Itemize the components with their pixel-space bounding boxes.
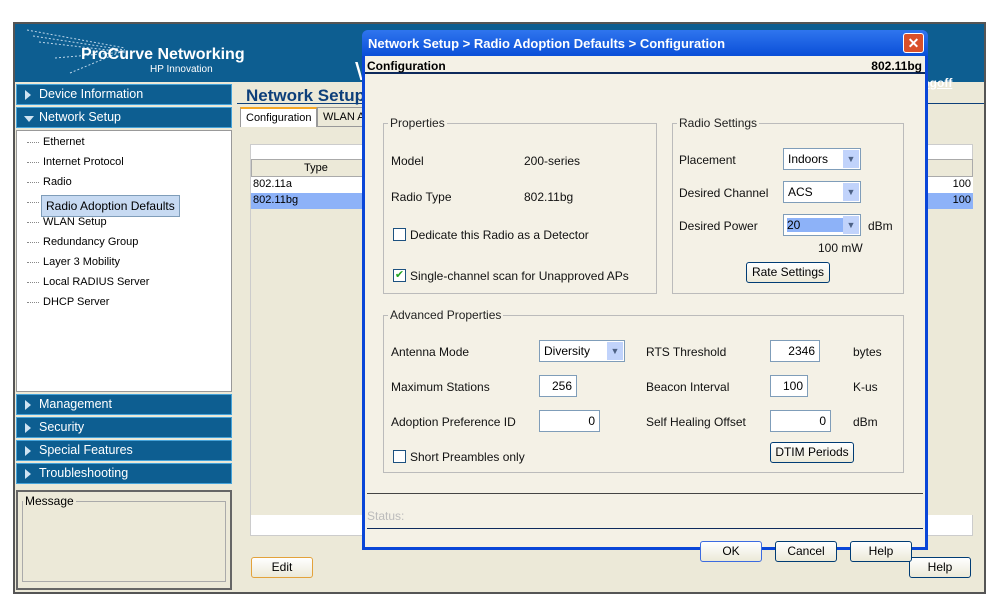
radio-type-value: 802.11bg <box>524 190 574 204</box>
expand-icon <box>25 90 31 100</box>
dialog-header: Configuration 802.11bg <box>365 58 925 74</box>
header-right: 802.11bg <box>871 59 922 73</box>
dialog-body: Configuration 802.11bg Properties Model 2… <box>365 56 925 562</box>
adoption-label: Adoption Preference ID <box>391 415 516 429</box>
power-label: Desired Power <box>679 219 758 233</box>
expand-icon <box>25 469 31 479</box>
group-legend: Properties <box>390 116 445 130</box>
section-special-features[interactable]: Special Features <box>16 440 232 461</box>
section-label: Troubleshooting <box>39 466 129 480</box>
close-icon[interactable]: ✕ <box>903 33 924 53</box>
select-value: 20 <box>787 218 843 232</box>
chevron-down-icon: ▼ <box>843 216 859 234</box>
model-value: 200-series <box>524 154 581 168</box>
message-label: Message <box>25 494 74 508</box>
select-value: Diversity <box>544 344 591 358</box>
scan-checkbox[interactable]: ✔ <box>393 269 406 282</box>
detector-checkbox[interactable] <box>393 228 406 241</box>
select-value: Indoors <box>788 152 829 166</box>
adoption-input[interactable]: 0 <box>539 410 600 432</box>
cell-type: 802.11a <box>253 178 292 190</box>
cell-value: 100 <box>952 178 971 190</box>
cell-type: 802.11bg <box>253 194 299 206</box>
model-label: Model <box>391 154 424 168</box>
dialog-help-button[interactable]: Help <box>850 541 912 562</box>
nav-dhcp-server[interactable]: DHCP Server <box>41 295 111 309</box>
antenna-select[interactable]: Diversity ▼ <box>539 340 625 362</box>
heal-unit: dBm <box>853 415 878 429</box>
section-troubleshooting[interactable]: Troubleshooting <box>16 463 232 484</box>
rts-unit: bytes <box>853 345 882 359</box>
nav-local-radius-server[interactable]: Local RADIUS Server <box>41 275 151 289</box>
section-security[interactable]: Security <box>16 417 232 438</box>
properties-group: Properties <box>383 116 657 294</box>
radio-type-label: Radio Type <box>391 190 452 204</box>
channel-label: Desired Channel <box>679 186 769 200</box>
scan-label: Single-channel scan for Unapproved APs <box>410 269 629 283</box>
expand-icon <box>25 400 31 410</box>
help-button[interactable]: Help <box>909 557 971 578</box>
short-preambles-checkbox[interactable] <box>393 450 406 463</box>
power-select[interactable]: 20 ▼ <box>783 214 861 236</box>
chevron-down-icon: ▼ <box>843 183 859 201</box>
collapse-icon <box>24 116 34 122</box>
rate-settings-button[interactable]: Rate Settings <box>746 262 830 283</box>
nav-wlan-setup[interactable]: WLAN Setup <box>41 215 109 229</box>
nav-tree: Ethernet Internet Protocol Radio Radio A… <box>16 130 232 392</box>
message-panel: Message <box>16 490 232 590</box>
chevron-down-icon: ▼ <box>843 150 859 168</box>
nav-radio-adoption-defaults[interactable]: Radio Adoption Defaults <box>41 195 180 217</box>
section-network-setup[interactable]: Network Setup <box>16 107 232 128</box>
expand-icon <box>25 446 31 456</box>
cancel-button[interactable]: Cancel <box>775 541 837 562</box>
select-value: ACS <box>788 185 813 199</box>
group-legend: Radio Settings <box>679 116 758 130</box>
brand-tagline: HP Innovation <box>150 64 213 75</box>
expand-icon <box>25 423 31 433</box>
edit-button[interactable]: Edit <box>251 557 313 578</box>
nav-layer3-mobility[interactable]: Layer 3 Mobility <box>41 255 122 269</box>
nav-redundancy-group[interactable]: Redundancy Group <box>41 235 140 249</box>
section-management[interactable]: Management <box>16 394 232 415</box>
status-label: Status: <box>367 509 405 523</box>
dialog-title: Network Setup > Radio Adoption Defaults … <box>362 30 928 56</box>
power-unit: dBm <box>868 219 893 233</box>
max-stations-label: Maximum Stations <box>391 380 490 394</box>
power-mw: 100 mW <box>818 241 863 255</box>
brand-name: ProCurve Networking <box>81 46 245 63</box>
antenna-label: Antenna Mode <box>391 345 470 359</box>
column-header-type[interactable]: Type <box>304 162 328 174</box>
cell-value: 100 <box>952 194 971 206</box>
heal-label: Self Healing Offset <box>646 415 746 429</box>
beacon-unit: K-us <box>853 380 878 394</box>
heal-input[interactable]: 0 <box>770 410 831 432</box>
placement-label: Placement <box>679 153 736 167</box>
beacon-input[interactable]: 100 <box>770 375 808 397</box>
chevron-down-icon: ▼ <box>607 342 623 360</box>
configuration-dialog: Network Setup > Radio Adoption Defaults … <box>362 30 928 562</box>
rts-input[interactable]: 2346 <box>770 340 820 362</box>
section-label: Management <box>39 397 112 411</box>
channel-select[interactable]: ACS ▼ <box>783 181 861 203</box>
max-stations-input[interactable]: 256 <box>539 375 577 397</box>
header-left: Configuration <box>367 59 446 73</box>
section-device-information[interactable]: Device Information <box>16 84 232 105</box>
nav-internet-protocol[interactable]: Internet Protocol <box>41 155 126 169</box>
group-legend: Advanced Properties <box>390 308 502 322</box>
dtim-periods-button[interactable]: DTIM Periods <box>770 442 854 463</box>
section-label: Security <box>39 420 85 434</box>
tab-configuration[interactable]: Configuration <box>240 107 318 127</box>
ok-button[interactable]: OK <box>700 541 762 562</box>
placement-select[interactable]: Indoors ▼ <box>783 148 861 170</box>
rts-label: RTS Threshold <box>646 345 727 359</box>
detector-label: Dedicate this Radio as a Detector <box>410 228 589 242</box>
nav-radio[interactable]: Radio <box>41 175 74 189</box>
section-label: Network Setup <box>39 110 121 124</box>
section-label: Device Information <box>39 87 144 101</box>
beacon-label: Beacon Interval <box>646 380 730 394</box>
short-preambles-label: Short Preambles only <box>410 450 525 464</box>
section-label: Special Features <box>39 443 133 457</box>
nav-ethernet[interactable]: Ethernet <box>41 135 87 149</box>
sidebar: Device Information Network Setup Etherne… <box>16 84 232 590</box>
